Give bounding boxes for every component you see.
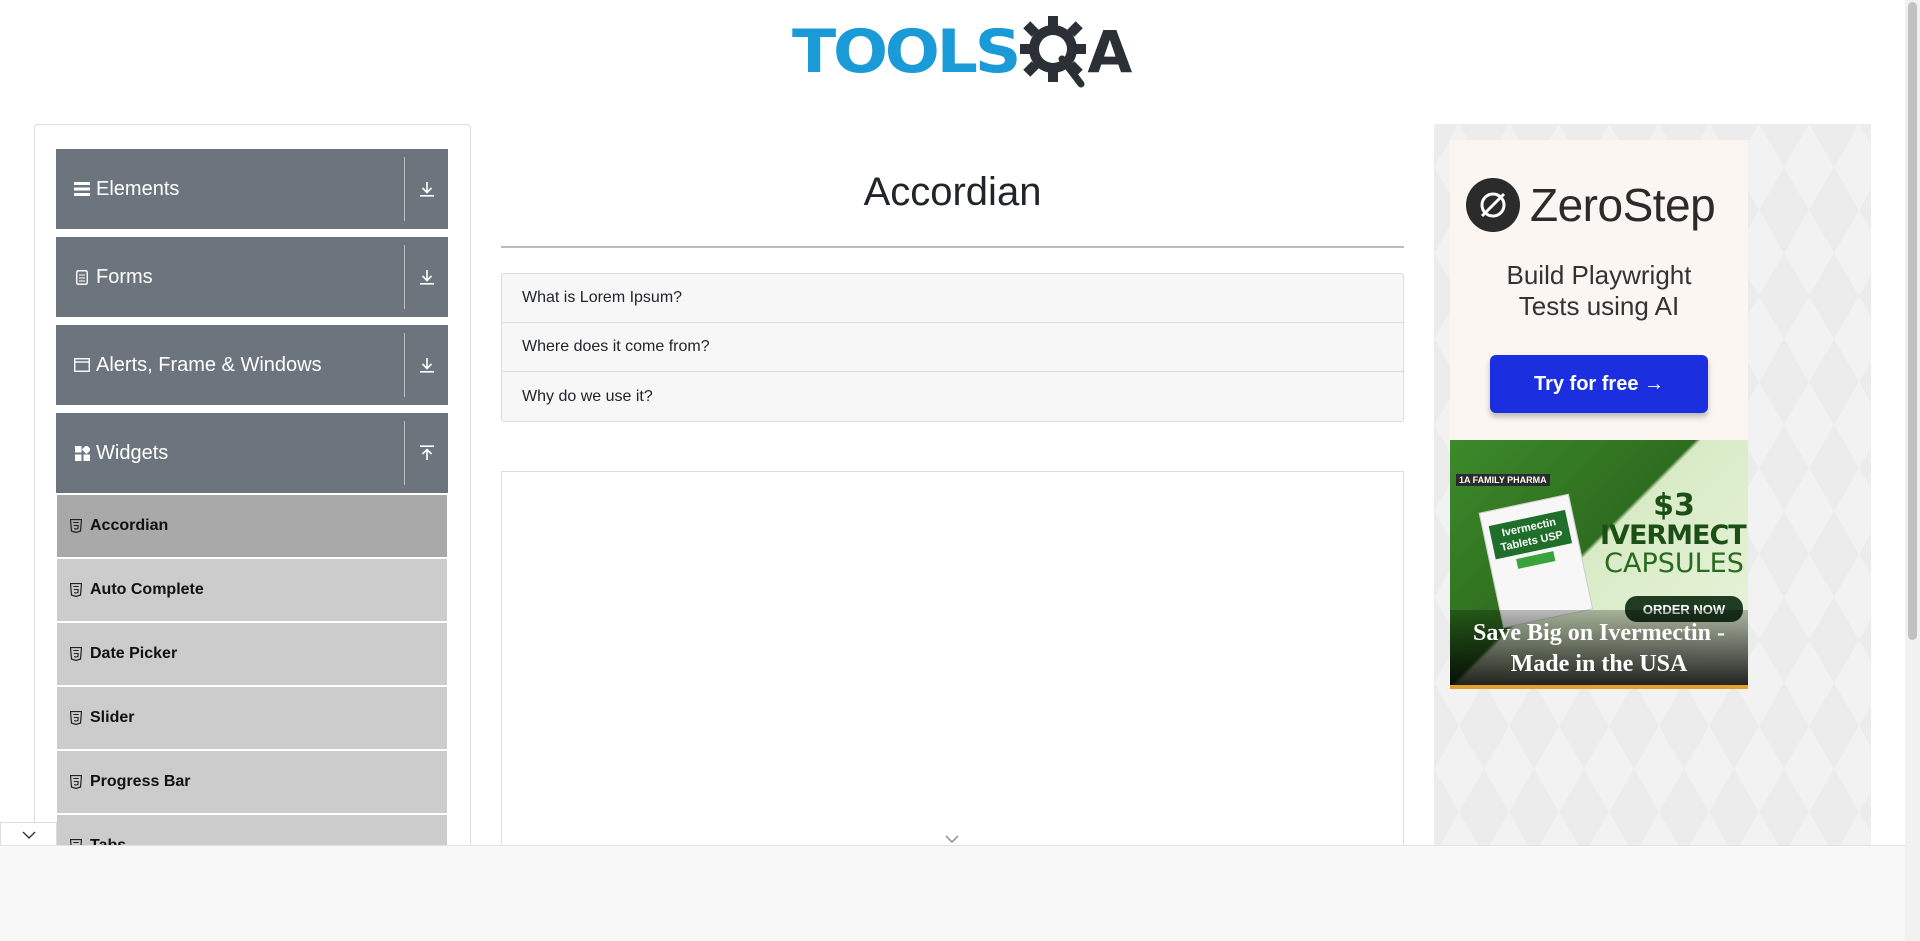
pharma-headline-line-1: Save Big on Ivermectin - [1473, 620, 1725, 646]
sidebar-group-elements[interactable]: Elements [56, 149, 448, 229]
hamburger-icon [74, 181, 90, 197]
gear-magnifier-icon [1020, 16, 1087, 88]
site-header: TOOLS A [0, 0, 1905, 100]
sidebar-item-accordian[interactable]: Accordian [57, 495, 447, 557]
medicine-box-label: Ivermectin Tablets USP [1488, 509, 1573, 560]
page-title: Accordian [863, 170, 1042, 214]
sidebar-item-label: Progress Bar [90, 773, 191, 790]
html5-icon [70, 519, 82, 533]
html5-icon [70, 647, 82, 661]
sidebar-group-forms[interactable]: Forms [56, 237, 448, 317]
logo-text-a: A [1087, 18, 1133, 86]
sidebar-item-label: Auto Complete [90, 581, 204, 598]
zerostep-ad[interactable]: ZeroStep Build Playwright Tests using AI… [1450, 140, 1748, 440]
sidebar-item-label: Date Picker [90, 645, 178, 662]
zerostep-logo: ZeroStep [1466, 178, 1716, 232]
pharma-price: $3 [1653, 488, 1695, 523]
scrollbar-thumb[interactable] [1908, 2, 1917, 640]
pharma-headline: Save Big on Ivermectin - Made in the USA [1450, 618, 1748, 680]
accordion: What is Lorem Ipsum? Where does it come … [501, 273, 1404, 422]
upload-icon[interactable] [405, 445, 448, 461]
zerostep-tagline-line-2: Tests using AI [1518, 291, 1680, 321]
widgets-icon [74, 445, 90, 461]
sidebar-item-label: Accordian [90, 517, 169, 534]
download-icon[interactable] [405, 357, 448, 373]
sidebar-group-widgets[interactable]: Widgets [56, 413, 448, 493]
left-sidebar: Elements Forms Alerts, Frame & Windows W… [34, 124, 471, 864]
pharma-offer: $3 IVERMECTIN CAPSULES [1600, 490, 1748, 578]
sidebar-item-date-picker[interactable]: Date Picker [57, 623, 447, 685]
medicine-box-image: Ivermectin Tablets USP [1478, 493, 1594, 629]
accordion-section-2-heading[interactable]: Where does it come from? [502, 323, 1403, 372]
accordion-section-3-heading[interactable]: Why do we use it? [502, 372, 1403, 421]
sidebar-item-auto-complete[interactable]: Auto Complete [57, 559, 447, 621]
chevron-down-icon [22, 831, 35, 839]
zerostep-tagline-line-1: Build Playwright [1506, 260, 1692, 290]
toolsqa-logo[interactable]: TOOLS A [792, 14, 1132, 90]
html5-icon [70, 583, 82, 597]
download-icon[interactable] [405, 269, 448, 285]
ad-placeholder-frame [501, 471, 1404, 871]
logo-qa-mark: A [1015, 14, 1132, 90]
try-for-free-button[interactable]: Try for free → [1490, 355, 1708, 413]
form-icon [74, 269, 90, 285]
pharma-brand-logo: 1A FAMILY PHARMA [1456, 474, 1550, 486]
sidebar-item-slider[interactable]: Slider [57, 687, 447, 749]
bottom-ad-banner [0, 845, 1905, 941]
chevron-down-icon[interactable] [944, 834, 960, 844]
sidebar-group-label: Elements [96, 177, 180, 200]
right-ad-column: ZeroStep Build Playwright Tests using AI… [1434, 124, 1871, 864]
ivermectin-ad[interactable]: 1A FAMILY PHARMA Ivermectin Tablets USP … [1450, 440, 1748, 688]
window-icon [74, 357, 90, 373]
sidebar-group-label: Widgets [96, 441, 169, 464]
sidebar-group-label: Alerts, Frame & Windows [96, 353, 322, 376]
sidebar-group-label: Forms [96, 265, 153, 288]
title-divider [501, 246, 1404, 248]
collapse-banner-button[interactable] [0, 822, 57, 846]
sidebar-item-progress-bar[interactable]: Progress Bar [57, 751, 447, 813]
logo-text-tools: TOOLS [792, 17, 1021, 87]
pharma-product-line-1: IVERMECTIN [1600, 519, 1748, 551]
accordion-section-1-heading[interactable]: What is Lorem Ipsum? [502, 274, 1403, 323]
download-icon[interactable] [405, 181, 448, 197]
pharma-headline-line-2: Made in the USA [1510, 651, 1688, 677]
zerostep-mark-icon [1466, 178, 1520, 232]
zerostep-tagline: Build Playwright Tests using AI [1450, 260, 1748, 322]
ad-accent-bar [1450, 685, 1748, 689]
html5-icon [70, 775, 82, 789]
pharma-product-line-2: CAPSULES [1604, 547, 1744, 579]
medicine-box-stripe [1516, 551, 1556, 569]
html5-icon [70, 711, 82, 725]
vertical-scrollbar[interactable] [1905, 0, 1920, 941]
sidebar-item-label: Slider [90, 709, 135, 726]
sidebar-group-alerts[interactable]: Alerts, Frame & Windows [56, 325, 448, 405]
zerostep-brand: ZeroStep [1530, 179, 1716, 231]
